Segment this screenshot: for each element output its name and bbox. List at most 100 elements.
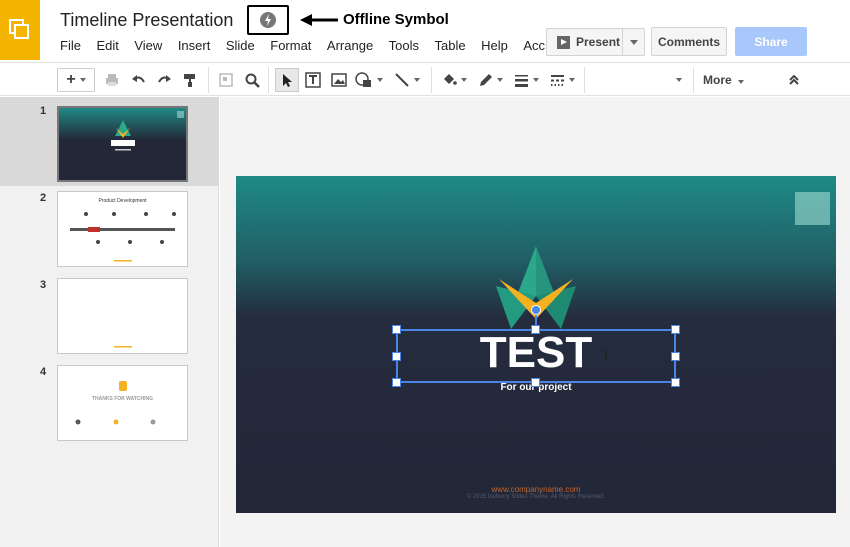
resize-handle-bottom-left[interactable] xyxy=(392,378,401,387)
toolbar-overflow-dropdown[interactable] xyxy=(670,68,684,92)
chevron-down-icon xyxy=(496,78,503,82)
redo-icon xyxy=(157,75,171,83)
chevron-down-icon xyxy=(461,78,467,82)
slide-number: 3 xyxy=(40,279,47,291)
slide-number: 4 xyxy=(40,366,47,378)
resize-handle-left[interactable] xyxy=(392,352,401,361)
offline-bolt-icon[interactable] xyxy=(260,12,276,28)
line-icon xyxy=(395,73,409,87)
menu-format[interactable]: Format xyxy=(270,38,311,53)
image-icon xyxy=(331,73,347,87)
slide-4-title: THANKS FOR WATCHING xyxy=(91,396,153,402)
menu-arrange[interactable]: Arrange xyxy=(327,38,373,53)
toolbar-divider xyxy=(431,67,432,93)
line-button[interactable] xyxy=(390,68,424,92)
resize-handle-top-left[interactable] xyxy=(392,325,401,334)
menu-file[interactable]: File xyxy=(60,38,81,53)
menu-slide[interactable]: Slide xyxy=(226,38,255,53)
slide-thumbnail-1[interactable] xyxy=(57,106,188,182)
undo-button[interactable] xyxy=(127,68,149,92)
chevron-down-icon xyxy=(737,80,744,84)
chevron-down-icon xyxy=(79,78,86,82)
plus-icon: + xyxy=(66,71,76,88)
menu-edit[interactable]: Edit xyxy=(96,38,118,53)
present-options-dropdown[interactable] xyxy=(622,29,644,55)
cursor-icon xyxy=(283,73,292,87)
menu-help[interactable]: Help xyxy=(481,38,508,53)
toolbar-divider xyxy=(208,67,209,93)
present-button[interactable]: Present xyxy=(546,28,645,56)
collapse-toolbar-button[interactable] xyxy=(784,68,804,92)
slide-thumbnail-3[interactable] xyxy=(57,278,188,354)
zoom-button[interactable] xyxy=(241,68,263,92)
slide-thumbnail-2[interactable]: Product Development xyxy=(57,191,188,267)
text-box-button[interactable] xyxy=(302,68,324,92)
new-slide-button[interactable]: + xyxy=(57,68,95,92)
present-label: Present xyxy=(576,35,621,49)
toolbar-divider xyxy=(268,67,269,93)
redo-button[interactable] xyxy=(153,68,175,92)
comments-button[interactable]: Comments xyxy=(651,27,727,56)
border-dash-button[interactable] xyxy=(546,68,578,92)
image-button[interactable] xyxy=(328,68,350,92)
line-weight-icon xyxy=(514,74,528,87)
more-button[interactable]: More xyxy=(703,73,744,87)
menu-table[interactable]: Table xyxy=(435,38,466,53)
toolbar: + More xyxy=(0,62,850,96)
slide-thumbnail-4[interactable]: THANKS FOR WATCHING xyxy=(57,365,188,441)
chevron-down-icon xyxy=(377,78,383,82)
annotation-arrow-icon xyxy=(300,14,338,26)
menu-view[interactable]: View xyxy=(134,38,162,53)
select-button[interactable] xyxy=(215,68,237,92)
paint-format-icon xyxy=(184,73,195,87)
selection-box xyxy=(396,329,676,383)
play-icon xyxy=(557,35,570,49)
annotation-label: Offline Symbol xyxy=(343,11,449,28)
pencil-icon xyxy=(479,73,492,86)
shape-button[interactable] xyxy=(354,68,384,92)
slide-filmstrip: 1 2 Product Development 3 4 THANKS FOR W… xyxy=(0,97,219,547)
print-button[interactable] xyxy=(101,68,123,92)
share-button[interactable]: Share xyxy=(735,27,807,56)
resize-handle-bottom[interactable] xyxy=(531,378,540,387)
menu-tools[interactable]: Tools xyxy=(389,38,419,53)
undo-icon xyxy=(131,75,145,83)
chevron-down-icon xyxy=(414,78,420,82)
shape-icon xyxy=(355,72,371,87)
toolbar-divider xyxy=(693,67,694,93)
toolbar-divider xyxy=(584,67,585,93)
document-title[interactable]: Timeline Presentation xyxy=(60,10,233,31)
menu-bar: File Edit View Insert Slide Format Arran… xyxy=(60,38,561,53)
zoom-icon xyxy=(245,73,260,88)
chevron-down-icon xyxy=(676,78,682,82)
border-weight-button[interactable] xyxy=(510,68,542,92)
decorative-square xyxy=(795,192,830,225)
fill-color-button[interactable] xyxy=(438,68,470,92)
select-frame-icon xyxy=(219,73,233,87)
menu-accessibility[interactable]: Acc xyxy=(523,38,545,53)
slide-number: 1 xyxy=(40,105,47,117)
slide-number: 2 xyxy=(40,192,47,204)
double-chevron-up-icon xyxy=(789,74,799,85)
text-box-icon xyxy=(305,72,321,88)
rotate-handle[interactable] xyxy=(531,305,541,315)
line-dash-icon xyxy=(550,74,564,86)
slide-footer-url: www.companyname.com xyxy=(491,485,581,494)
slide-footer-copyright: © 2015 Iceberry Slides Theme. All Rights… xyxy=(466,494,606,500)
resize-handle-right[interactable] xyxy=(671,352,680,361)
resize-handle-top[interactable] xyxy=(531,325,540,334)
menu-insert[interactable]: Insert xyxy=(178,38,211,53)
select-tool-button[interactable] xyxy=(275,68,299,92)
text-cursor-icon: I xyxy=(604,348,609,365)
more-label: More xyxy=(703,73,732,87)
paint-bucket-icon xyxy=(444,73,457,85)
resize-handle-top-right[interactable] xyxy=(671,325,680,334)
chevron-down-icon xyxy=(532,78,539,82)
print-icon xyxy=(106,74,118,86)
resize-handle-bottom-right[interactable] xyxy=(671,378,680,387)
chevron-down-icon xyxy=(568,78,575,82)
slides-logo-icon[interactable] xyxy=(0,0,40,60)
paint-format-button[interactable] xyxy=(179,68,201,92)
border-color-button[interactable] xyxy=(474,68,506,92)
offline-indicator xyxy=(247,5,289,35)
